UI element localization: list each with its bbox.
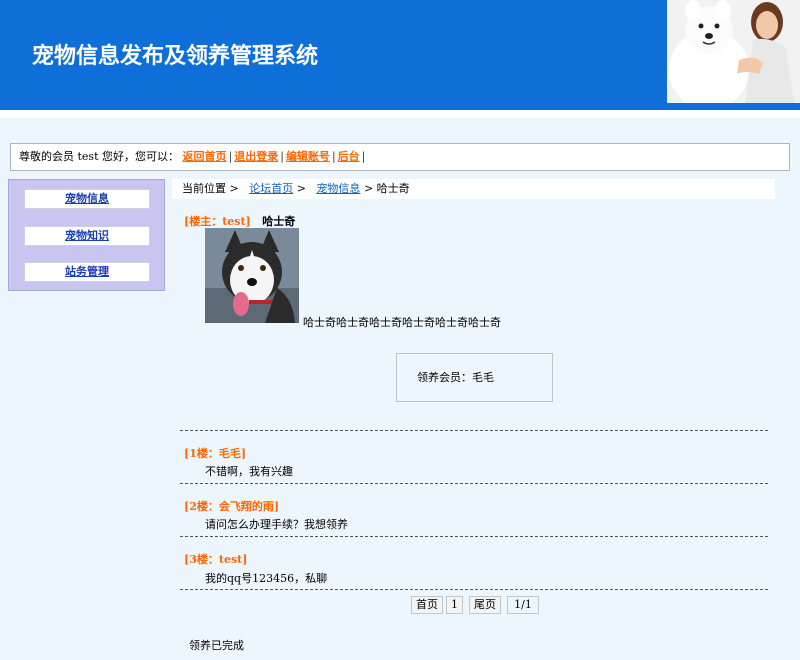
- welcome-text: 尊敬的会员 test 您好，您可以：: [19, 150, 179, 163]
- separator: |: [280, 150, 284, 163]
- post-image: [205, 228, 299, 323]
- first-page-button[interactable]: 首页: [411, 596, 443, 614]
- reply-1-body: 不错啊，我有兴趣: [205, 465, 293, 478]
- site-title: 宠物信息发布及领养管理系统: [32, 44, 319, 69]
- admin-link[interactable]: 后台: [338, 150, 360, 163]
- last-page-button[interactable]: 尾页: [469, 596, 501, 614]
- header-photo: [667, 0, 800, 106]
- post-body: 哈士奇哈士奇哈士奇哈士奇哈士奇哈士奇: [303, 316, 501, 329]
- reply-1-header: [1楼：毛毛]: [184, 447, 247, 460]
- sidebar-item-label[interactable]: 宠物信息: [65, 192, 109, 205]
- divider: [180, 483, 768, 484]
- reply-2-body: 请问怎么办理手续？我想领养: [205, 518, 348, 531]
- sidebar-item-label[interactable]: 宠物知识: [65, 229, 109, 242]
- header-separator: [0, 110, 800, 118]
- breadcrumb: 当前位置 > 论坛首页 > 宠物信息 > 哈士奇: [172, 179, 775, 199]
- adopter-text: 领养会员：毛毛: [417, 371, 494, 384]
- logout-link[interactable]: 退出登录: [234, 150, 278, 163]
- welcome-bar: 尊敬的会员 test 您好，您可以： 返回首页 | 退出登录 | 编辑账号 | 后台 |: [10, 143, 790, 171]
- sidebar-item-label[interactable]: 站务管理: [65, 265, 109, 278]
- divider: [180, 589, 768, 590]
- page-number-button[interactable]: 1: [446, 596, 463, 614]
- sidebar-item-pet-knowledge[interactable]: 宠物知识: [24, 226, 150, 246]
- edit-account-link[interactable]: 编辑账号: [286, 150, 330, 163]
- post-header: [楼主：test] 哈士奇: [184, 213, 295, 229]
- breadcrumb-sep: >: [296, 182, 306, 195]
- breadcrumb-current: > 哈士奇: [363, 182, 410, 195]
- divider: [180, 536, 768, 537]
- reply-3-header: [3楼：test]: [184, 553, 248, 566]
- site-header: 宠物信息发布及领养管理系统: [0, 0, 800, 118]
- sidebar-item-site-admin[interactable]: 站务管理: [24, 262, 150, 282]
- divider: [180, 430, 768, 431]
- reply-2-header: [2楼：会飞翔的雨]: [184, 500, 280, 513]
- post-owner: [楼主：test]: [184, 215, 251, 228]
- breadcrumb-prefix: 当前位置 >: [182, 182, 239, 195]
- post-title: 哈士奇: [262, 215, 296, 228]
- reply-3-body: 我的qq号123456，私聊: [205, 572, 328, 585]
- sidebar-item-pet-info[interactable]: 宠物信息: [24, 189, 150, 209]
- sidebar: 宠物信息 宠物知识 站务管理: [8, 179, 165, 291]
- adoption-status: 领养已完成: [189, 639, 244, 652]
- adopter-box: 领养会员：毛毛: [396, 353, 553, 402]
- separator: |: [331, 150, 336, 163]
- separator: |: [228, 150, 233, 163]
- page-count: 1/1: [507, 596, 539, 614]
- breadcrumb-forum-home[interactable]: 论坛首页: [249, 182, 293, 195]
- breadcrumb-pet-info[interactable]: 宠物信息: [316, 182, 360, 195]
- separator: |: [361, 150, 366, 163]
- home-link[interactable]: 返回首页: [183, 150, 227, 163]
